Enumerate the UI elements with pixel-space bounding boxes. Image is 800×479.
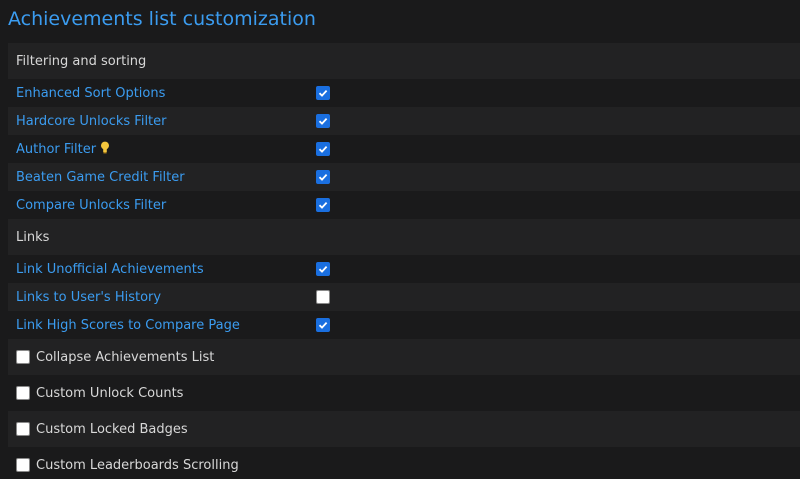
option-compare-unlocks-filter[interactable]: Compare Unlocks Filter [8, 191, 800, 219]
section-heading-label: Filtering and sorting [16, 53, 147, 69]
checkbox[interactable] [316, 198, 330, 212]
option-link-unofficial-achievements[interactable]: Link Unofficial Achievements [8, 255, 800, 283]
option-label[interactable]: Beaten Game Credit Filter [16, 170, 185, 185]
option-links-to-user-history[interactable]: Links to User's History [8, 283, 800, 311]
checkbox[interactable] [316, 318, 330, 332]
checkbox[interactable] [316, 170, 330, 184]
option-label[interactable]: Collapse Achievements List [36, 350, 214, 365]
option-label[interactable]: Custom Locked Badges [36, 422, 188, 437]
checkbox[interactable] [316, 142, 330, 156]
option-custom-leaderboards-scrolling[interactable]: Custom Leaderboards Scrolling [8, 447, 800, 479]
option-label[interactable]: Links to User's History [16, 290, 161, 305]
option-beaten-game-credit-filter[interactable]: Beaten Game Credit Filter [8, 163, 800, 191]
option-label[interactable]: Author Filter [16, 142, 96, 157]
checkbox[interactable] [316, 114, 330, 128]
checkbox[interactable] [16, 386, 30, 400]
lightbulb-icon [100, 141, 110, 158]
option-collapse-achievements-list[interactable]: Collapse Achievements List [8, 339, 800, 375]
option-custom-unlock-counts[interactable]: Custom Unlock Counts [8, 375, 800, 411]
checkbox[interactable] [16, 422, 30, 436]
option-label[interactable]: Custom Leaderboards Scrolling [36, 458, 239, 473]
section-heading-links: Links [8, 219, 800, 255]
checkbox[interactable] [316, 86, 330, 100]
option-label[interactable]: Compare Unlocks Filter [16, 198, 166, 213]
option-label[interactable]: Custom Unlock Counts [36, 386, 183, 401]
option-label[interactable]: Enhanced Sort Options [16, 86, 165, 101]
option-label[interactable]: Link High Scores to Compare Page [16, 318, 240, 333]
option-label[interactable]: Hardcore Unlocks Filter [16, 114, 167, 129]
option-label[interactable]: Link Unofficial Achievements [16, 262, 204, 277]
option-author-filter[interactable]: Author Filter [8, 135, 800, 163]
page-title: Achievements list customization [8, 8, 316, 30]
option-link-high-scores-compare[interactable]: Link High Scores to Compare Page [8, 311, 800, 339]
option-enhanced-sort[interactable]: Enhanced Sort Options [8, 79, 800, 107]
checkbox[interactable] [316, 262, 330, 276]
checkbox[interactable] [316, 290, 330, 304]
section-heading-label: Links [16, 229, 50, 245]
settings-panel: Filtering and sorting Enhanced Sort Opti… [8, 43, 800, 479]
checkbox[interactable] [16, 458, 30, 472]
option-hardcore-unlocks-filter[interactable]: Hardcore Unlocks Filter [8, 107, 800, 135]
option-custom-locked-badges[interactable]: Custom Locked Badges [8, 411, 800, 447]
checkbox[interactable] [16, 350, 30, 364]
settings-page: Achievements list customization Filterin… [0, 0, 800, 479]
section-heading-filtering: Filtering and sorting [8, 43, 800, 79]
